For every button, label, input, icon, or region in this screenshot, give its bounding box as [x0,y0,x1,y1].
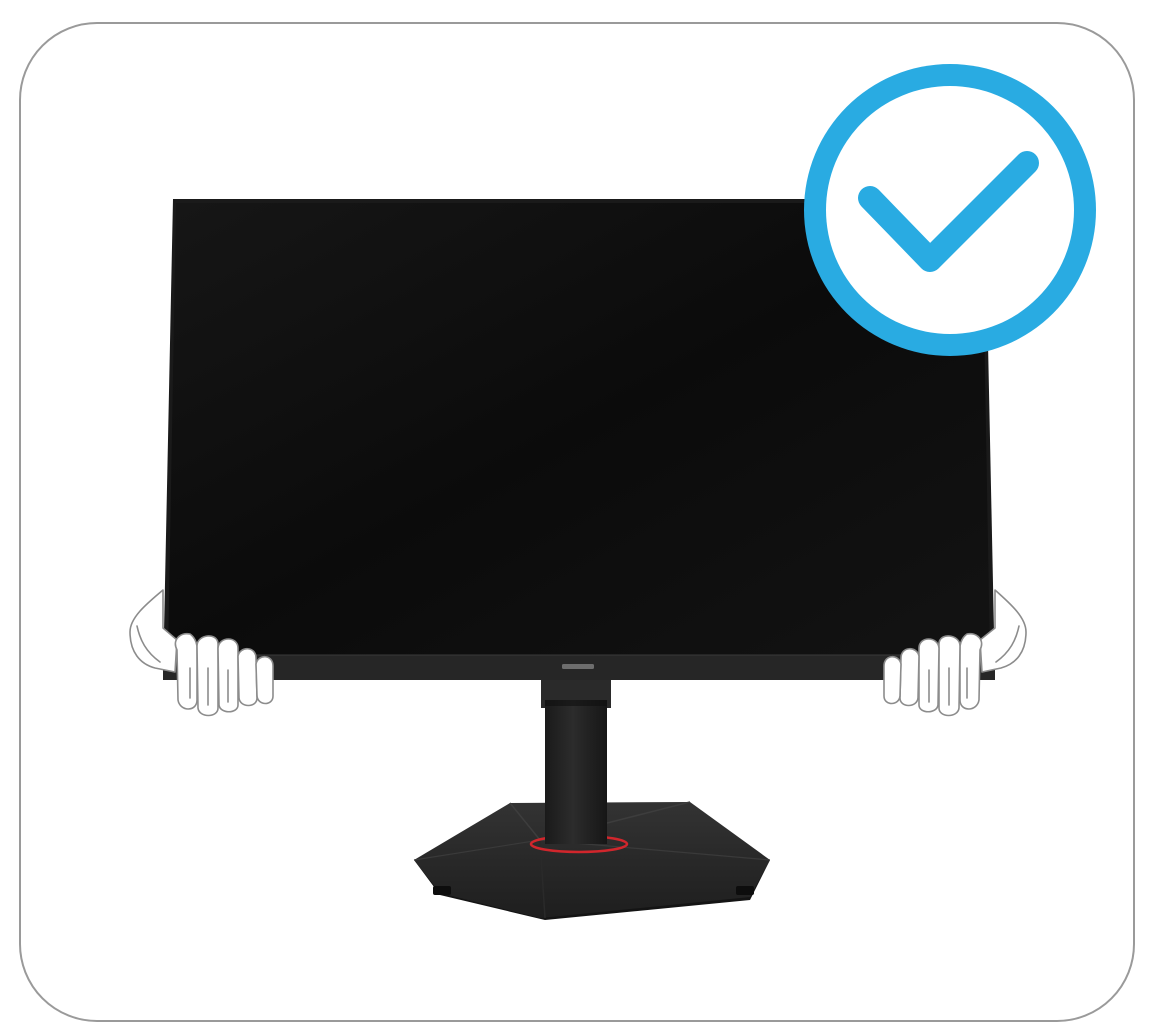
approval-badge [804,64,1096,356]
monitor-stand-neck [541,680,611,844]
brand-logo [562,664,594,669]
monitor-illustration [129,64,1096,920]
